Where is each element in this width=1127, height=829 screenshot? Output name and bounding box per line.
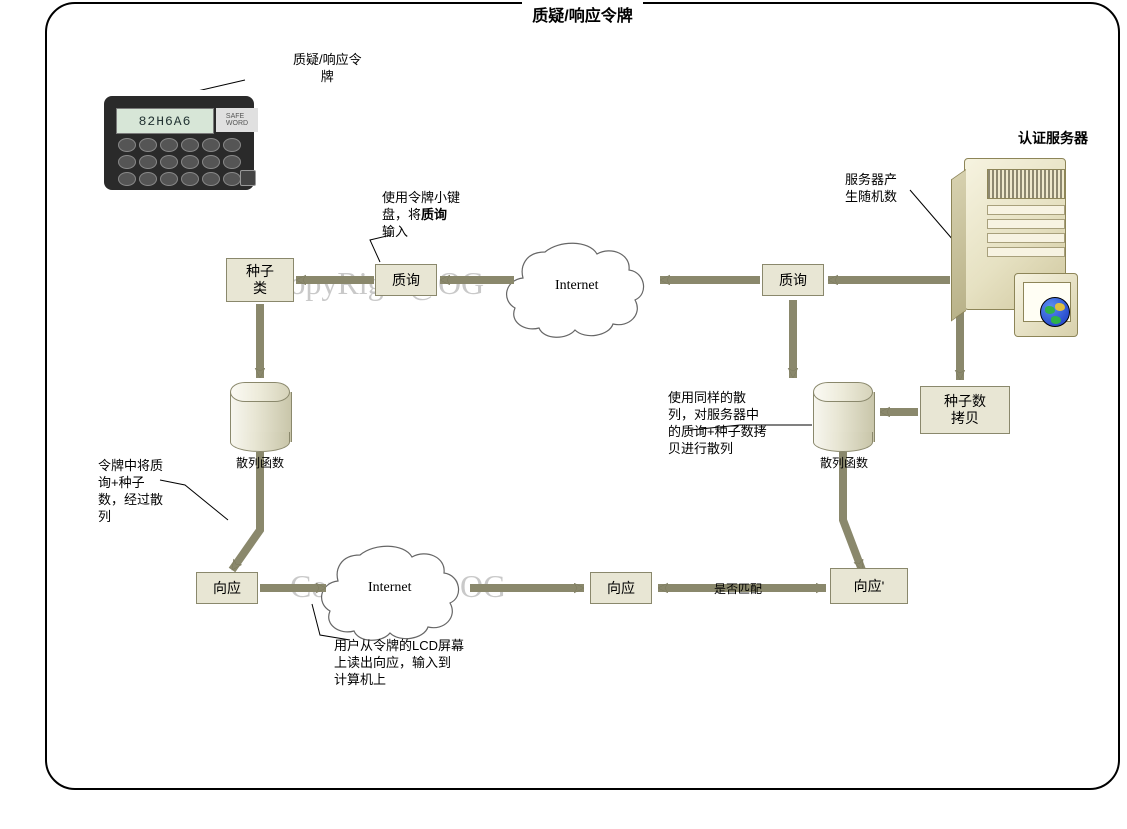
note-line: 列 xyxy=(98,509,111,524)
token-body: 82H6A6 SAFE WORD xyxy=(104,96,254,190)
match-label: 是否匹配 xyxy=(714,580,762,597)
note-line: 盘，将 xyxy=(382,207,421,222)
note-line: 服务器产 xyxy=(845,172,897,187)
hash-cylinder-right xyxy=(813,382,873,452)
box-text: 拷贝 xyxy=(951,410,979,426)
hash-cylinder-left xyxy=(230,382,290,452)
note-line: 使用令牌小键 xyxy=(382,190,460,205)
token-device: 82H6A6 SAFE WORD xyxy=(98,90,273,200)
globe-icon xyxy=(1040,297,1070,327)
token-caption: 质疑/响应令 牌 xyxy=(293,52,362,86)
internet-label-bottom: Internet xyxy=(368,580,412,596)
note-line-emph: 质询 xyxy=(421,207,447,222)
title-wrap: 质疑/响应令牌 xyxy=(45,2,1120,30)
diagram-title: 质疑/响应令牌 xyxy=(522,0,642,28)
box-text: 种子 xyxy=(246,263,274,279)
keypad-note: 使用令牌小键 盘，将质询 输入 xyxy=(382,190,460,241)
seed-class-box: 种子类 xyxy=(226,258,294,302)
box-text: 类 xyxy=(253,280,267,296)
hash-label-left: 散列函数 xyxy=(236,454,284,471)
query-left-box: 质询 xyxy=(375,264,437,296)
auth-server-title: 认证服务器 xyxy=(1018,128,1088,148)
seed-copy-box: 种子数拷贝 xyxy=(920,386,1010,434)
lcd-read-note: 用户从令牌的LCD屏幕 上读出向应，输入到 计算机上 xyxy=(334,638,464,689)
server-gen-note: 服务器产 生随机数 xyxy=(845,172,897,206)
internet-label-top: Internet xyxy=(555,278,599,294)
token-brand: SAFE WORD xyxy=(216,108,258,132)
note-line: 列，对服务器中 xyxy=(668,407,759,422)
note-line: 的质询+种子数拷 xyxy=(668,424,767,439)
note-line: 贝进行散列 xyxy=(668,441,733,456)
server-hash-note: 使用同样的散 列，对服务器中 的质询+种子数拷 贝进行散列 xyxy=(668,390,767,458)
auth-server-icon xyxy=(954,158,1084,338)
resp-left-box: 向应 xyxy=(196,572,258,604)
token-lcd: 82H6A6 xyxy=(116,108,214,134)
note-line: 使用同样的散 xyxy=(668,390,746,405)
server-monitor-icon xyxy=(1014,273,1078,337)
note-line: 输入 xyxy=(382,224,408,239)
note-line: 用户从令牌的LCD屏幕 xyxy=(334,638,464,653)
note-line: 生随机数 xyxy=(845,189,897,204)
query-right-box: 质询 xyxy=(762,264,824,296)
token-chip-icon xyxy=(240,170,256,186)
note-line: 上读出向应，输入到 xyxy=(334,655,451,670)
token-caption-line2: 牌 xyxy=(293,69,362,86)
resp-right-box: 向应' xyxy=(830,568,908,604)
diagram-stage: 质疑/响应令牌 CopyRight@OG CopyRight@OG xyxy=(0,0,1127,795)
note-line: 数，经过散 xyxy=(98,492,163,507)
note-line: 令牌中将质 xyxy=(98,458,163,473)
note-line: 询+种子 xyxy=(98,475,145,490)
token-caption-line1: 质疑/响应令 xyxy=(293,52,362,67)
box-text: 种子数 xyxy=(944,393,986,409)
resp-mid-box: 向应 xyxy=(590,572,652,604)
hash-label-right: 散列函数 xyxy=(820,454,868,471)
note-line: 计算机上 xyxy=(334,672,386,687)
token-keypad xyxy=(118,138,248,186)
token-hash-note: 令牌中将质 询+种子 数，经过散 列 xyxy=(98,458,163,526)
